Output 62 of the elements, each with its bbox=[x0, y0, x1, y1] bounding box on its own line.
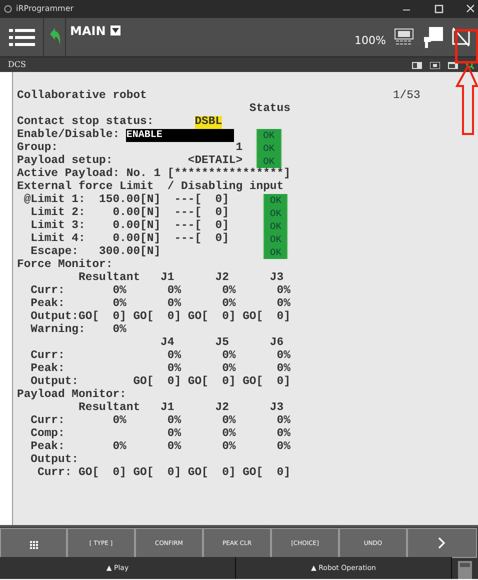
program-name: MAIN bbox=[70, 23, 106, 40]
undo-arrow-icon[interactable] bbox=[48, 27, 62, 47]
crossed-box-icon[interactable] bbox=[452, 27, 470, 47]
chevron-right-icon bbox=[438, 537, 446, 549]
screen-line: Limit 4: 0.00[N] ---[ 0] bbox=[30, 233, 229, 246]
status-ok: OK bbox=[263, 207, 288, 220]
screen-line: Output:GO[ 0] GO[ 0] GO[ 0] GO[ 0] bbox=[30, 311, 290, 323]
status-ok: OK bbox=[263, 246, 288, 259]
next-button[interactable] bbox=[407, 528, 477, 558]
zoom-in-icon[interactable] bbox=[466, 61, 474, 69]
window-icon[interactable] bbox=[448, 62, 458, 68]
field-label: Contact stop status: bbox=[17, 116, 155, 128]
close-icon[interactable] bbox=[466, 4, 474, 14]
screen-line: External force Limit / Disabling input bbox=[17, 181, 284, 193]
screen-title: Collaborative robot bbox=[17, 90, 147, 103]
status-ok: OK bbox=[263, 220, 288, 233]
status-ok: OK bbox=[256, 155, 282, 168]
status-value: DSBL bbox=[194, 116, 222, 129]
screen-line: Curr: 0% 0% 0% bbox=[30, 350, 290, 362]
screen-line: Force Monitor: bbox=[17, 259, 113, 271]
screen-line: Group: 1 bbox=[17, 142, 243, 154]
menu-icon[interactable] bbox=[8, 27, 34, 47]
screen-line: Output: GO[ 0] GO[ 0] GO[ 0] bbox=[30, 376, 290, 388]
screen-line: Active Payload: No. 1 [****************] bbox=[17, 168, 290, 180]
screen-line: J4 J5 J6 bbox=[160, 337, 284, 349]
maximize-icon[interactable] bbox=[434, 4, 444, 14]
grid-icon bbox=[30, 541, 38, 549]
screen-line: Curr: GO[ 0] GO[ 0] GO[ 0] GO[ 0] bbox=[36, 467, 290, 479]
menu-grid-button[interactable] bbox=[0, 528, 67, 558]
screen-line: Peak: 0% 0% 0% bbox=[30, 363, 290, 375]
screen-line: Peak: 0% 0% 0% 0% bbox=[30, 298, 290, 310]
override-percent: 100% bbox=[354, 32, 386, 49]
screen-line: Curr: 0% 0% 0% 0% bbox=[30, 285, 290, 297]
panel-title: DCS bbox=[8, 59, 26, 71]
screen-line: @Limit 1: 150.00[N] ---[ 0] bbox=[22, 194, 229, 206]
layout-icon[interactable] bbox=[412, 62, 422, 68]
auto-mode-icon bbox=[394, 28, 414, 46]
annotation-arrow bbox=[455, 64, 478, 135]
screen-line: Resultant J1 J2 J3 bbox=[78, 272, 284, 284]
screen-line: Escape: 300.00[N] bbox=[30, 246, 161, 258]
screen-line: Peak: 0% 0% 0% 0% bbox=[30, 441, 290, 453]
screen-line: Resultant J1 J2 J3 bbox=[78, 402, 284, 414]
screen-line: Comp: 0% 0% 0% bbox=[30, 428, 290, 440]
screen-line: Status bbox=[248, 103, 290, 115]
status-ok: OK bbox=[263, 194, 288, 207]
screen-line: Limit 3: 0.00[N] ---[ 0] bbox=[30, 220, 229, 232]
screen-line: Limit 2: 0.00[N] ---[ 0] bbox=[30, 207, 229, 220]
screen-line: Payload Monitor: bbox=[17, 389, 126, 401]
highlight-frame bbox=[455, 29, 478, 64]
window-title: iRProgrammer bbox=[16, 3, 74, 15]
field-label: Enable/Disable: bbox=[17, 129, 121, 142]
value-field[interactable]: ENABLE bbox=[126, 129, 234, 142]
screen-line: Output: bbox=[30, 454, 79, 466]
screen-line: Curr: 0% 0% 0% 0% bbox=[30, 415, 290, 427]
status-ok: OK bbox=[256, 129, 282, 142]
status-ok: OK bbox=[256, 142, 282, 155]
dropdown-icon[interactable] bbox=[110, 25, 121, 36]
app-icon bbox=[4, 5, 12, 13]
status-ok: OK bbox=[263, 233, 288, 246]
screen-line: Warning: 0% bbox=[30, 324, 126, 336]
screen-line: Payload setup: <DETAIL> bbox=[17, 155, 243, 168]
page-number: 1/53 bbox=[392, 90, 420, 103]
